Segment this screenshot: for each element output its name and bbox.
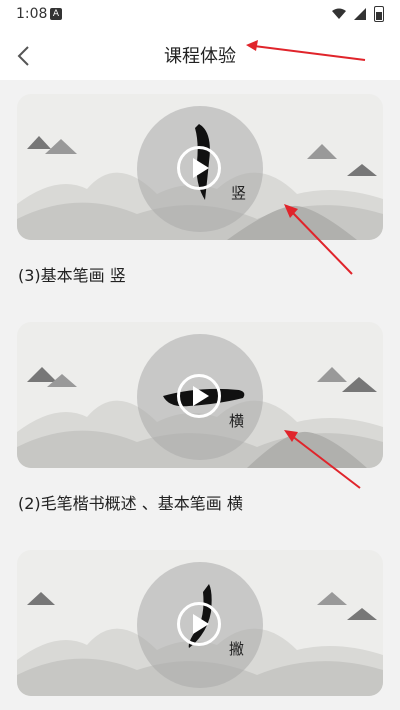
status-bar: 1:08 A — [0, 0, 400, 30]
signal-icon — [354, 8, 366, 20]
annotation-arrow-card2 — [284, 430, 361, 489]
notification-icon: A — [50, 8, 62, 20]
status-time: 1:08 — [16, 6, 48, 22]
play-button[interactable] — [177, 602, 221, 646]
stroke-label: 竖 — [231, 184, 247, 202]
lesson-list: 竖 (3)基本笔画 竖 横 (2)毛笔楷书概述 、基本笔画 横 撇 — [0, 80, 400, 710]
play-icon — [193, 158, 209, 178]
lesson-title[interactable]: (2)毛笔楷书概述 、基本笔画 横 — [18, 490, 243, 514]
play-icon — [193, 614, 209, 634]
stroke-label: 撇 — [229, 640, 245, 658]
battery-icon — [374, 6, 384, 22]
status-icons — [332, 6, 384, 22]
lesson-thumbnail[interactable]: 撇 — [17, 550, 383, 696]
play-button[interactable] — [177, 374, 221, 418]
play-icon — [193, 386, 209, 406]
play-button[interactable] — [177, 146, 221, 190]
lesson-title[interactable]: (3)基本笔画 竖 — [18, 262, 126, 286]
stroke-label: 横 — [229, 412, 245, 430]
annotation-arrow-title — [246, 40, 366, 61]
wifi-icon — [332, 8, 346, 19]
annotation-arrow-card1 — [284, 204, 353, 275]
